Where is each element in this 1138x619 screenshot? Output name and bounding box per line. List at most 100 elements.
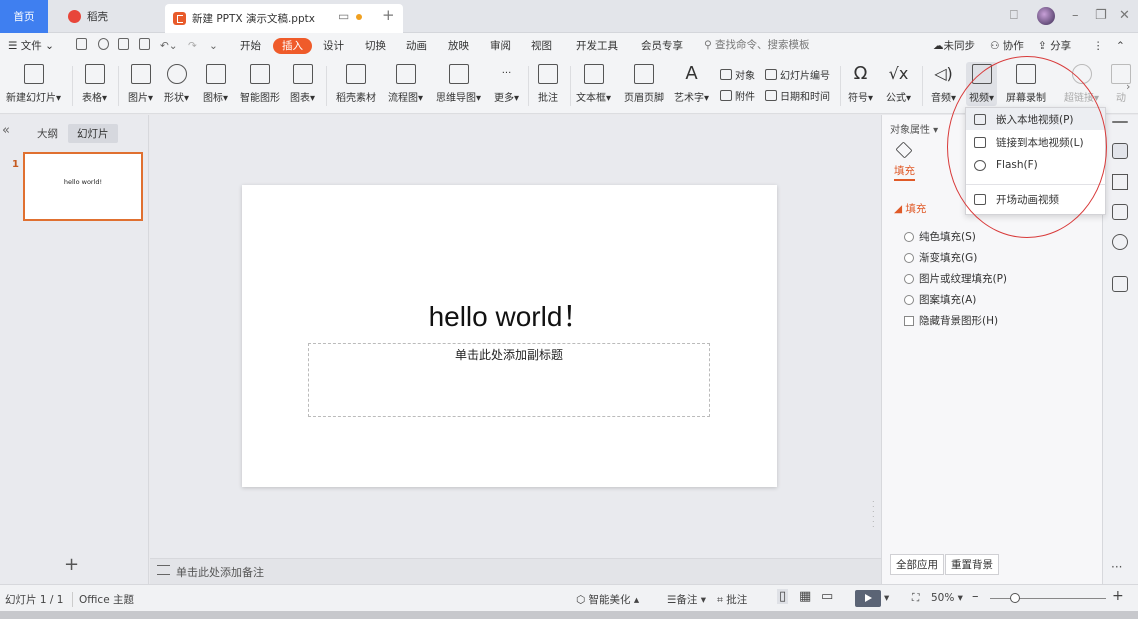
- apply-all-button[interactable]: 全部应用: [890, 554, 944, 575]
- hide-background-checkbox[interactable]: 隐藏背景图形(H): [904, 313, 998, 328]
- fit-window-icon[interactable]: ⛶: [912, 592, 919, 605]
- gradient-fill-option[interactable]: 渐变填充(G): [904, 250, 977, 265]
- theme-name[interactable]: Office 主题: [72, 592, 134, 607]
- canvas-scroll-handle[interactable]: ⁚ ⁚ ⁚: [872, 500, 875, 530]
- slide-number-button[interactable]: 幻灯片编号: [765, 67, 830, 82]
- menu-transition[interactable]: 切换: [365, 38, 386, 54]
- fill-bucket-icon[interactable]: [895, 141, 913, 159]
- menu-start[interactable]: 开始: [240, 38, 261, 54]
- zoom-in-icon[interactable]: +: [1112, 588, 1124, 604]
- menu-insert[interactable]: 插入: [273, 38, 312, 54]
- attachment-button[interactable]: 附件: [720, 88, 755, 103]
- menu-review[interactable]: 审阅: [490, 38, 511, 54]
- formula-button[interactable]: √x 公式▾: [886, 64, 911, 104]
- close-icon[interactable]: ✕: [1119, 8, 1130, 23]
- object-button[interactable]: 对象: [720, 67, 755, 82]
- subtitle-placeholder[interactable]: 单击此处添加副标题: [308, 343, 710, 417]
- pattern-fill-option[interactable]: 图案填充(A): [904, 292, 976, 307]
- minimize-icon[interactable]: –: [1072, 8, 1079, 23]
- menu-view[interactable]: 视图: [531, 38, 552, 54]
- notes-toggle-button[interactable]: ☰备注 ▾: [667, 592, 706, 607]
- reset-background-button[interactable]: 重置背景: [945, 554, 999, 575]
- menu-slideshow[interactable]: 放映: [448, 38, 469, 54]
- slide-sorter-icon[interactable]: ▦: [799, 589, 811, 604]
- help-icon[interactable]: [1112, 234, 1128, 250]
- tab-document[interactable]: 新建 PPTX 演示文稿.pptx: [165, 4, 403, 33]
- audio-button[interactable]: ◁) 音频▾: [931, 64, 956, 104]
- menu-design[interactable]: 设计: [323, 38, 344, 54]
- menu-animation[interactable]: 动画: [406, 38, 427, 54]
- picture-button[interactable]: 图片▾: [128, 64, 153, 104]
- menu-developer[interactable]: 开发工具: [576, 38, 618, 54]
- customize-toolbar-icon[interactable]: ⌄: [209, 38, 218, 54]
- star-animation-icon[interactable]: [1112, 174, 1128, 190]
- symbol-button[interactable]: Ω 符号▾: [848, 64, 873, 105]
- command-search[interactable]: ⚲ 查找命令、搜索模板: [704, 37, 810, 52]
- slideshow-options-icon[interactable]: ▾: [884, 592, 889, 604]
- flash-item[interactable]: Flash(F): [966, 154, 1105, 176]
- slide-transition-icon[interactable]: [1112, 204, 1128, 220]
- shape-button[interactable]: 形状▾: [164, 64, 189, 104]
- tab-docer[interactable]: 稻壳: [58, 5, 162, 28]
- zoom-slider-track[interactable]: [990, 598, 1106, 599]
- picture-fill-option[interactable]: 图片或纹理填充(P): [904, 271, 1007, 286]
- print-preview-icon[interactable]: [139, 38, 150, 50]
- docer-material-button[interactable]: 稻壳素材: [336, 64, 376, 104]
- smart-graphic-button[interactable]: 智能图形: [240, 64, 280, 104]
- more-button[interactable]: ··· 更多▾: [494, 64, 519, 104]
- comment-toggle-button[interactable]: ⌗ 批注: [717, 592, 747, 607]
- properties-sliders-icon[interactable]: [1112, 143, 1128, 159]
- tab-home[interactable]: 首页: [0, 0, 48, 33]
- tab-outline[interactable]: 大纲: [37, 126, 58, 141]
- tab-slides[interactable]: 幻灯片: [68, 124, 118, 143]
- add-slide-plus-icon[interactable]: +: [64, 554, 79, 575]
- mindmap-button[interactable]: 思维导图▾: [436, 64, 481, 104]
- notes-bar[interactable]: 单击此处添加备注: [150, 558, 881, 584]
- new-slide-button[interactable]: 新建幻灯片▾: [6, 64, 61, 104]
- solid-fill-option[interactable]: 纯色填充(S): [904, 229, 976, 244]
- undo-icon[interactable]: ↶⌄: [160, 38, 178, 54]
- slide[interactable]: hello world！ 单击此处添加副标题: [242, 185, 777, 487]
- save-icon[interactable]: [76, 38, 87, 50]
- tab-fill[interactable]: 填充: [894, 163, 915, 181]
- header-footer-button[interactable]: 页眉页脚: [624, 64, 664, 104]
- tab-monitor-icon[interactable]: ▭: [338, 9, 349, 23]
- zoom-level[interactable]: 50% ▾: [931, 592, 963, 604]
- collapse-ribbon-icon[interactable]: ⌃: [1116, 38, 1125, 54]
- file-menu[interactable]: ☰ 文件 ⌄: [8, 38, 54, 54]
- menu-member[interactable]: 会员专享: [641, 38, 683, 54]
- flowchart-button[interactable]: 流程图▾: [388, 64, 423, 104]
- avatar[interactable]: [1037, 7, 1055, 25]
- print-icon[interactable]: [118, 38, 129, 50]
- properties-title[interactable]: 对象属性 ▾: [890, 121, 938, 136]
- icon-button[interactable]: 图标▾: [203, 64, 228, 104]
- share-button[interactable]: ⇪ 分享: [1038, 38, 1071, 54]
- slide-thumbnail[interactable]: hello world!: [23, 152, 143, 221]
- autosave-icon[interactable]: [98, 38, 109, 50]
- fill-section-header[interactable]: ◢ 填充: [894, 201, 926, 216]
- opening-animation-video-item[interactable]: 开场动画视频: [966, 188, 1105, 210]
- more-tools-icon[interactable]: ···: [1111, 560, 1122, 574]
- link-local-video-item[interactable]: 链接到本地视频(L): [966, 131, 1105, 153]
- table-button[interactable]: 表格▾: [82, 64, 107, 104]
- video-button[interactable]: 视频▾: [966, 62, 998, 106]
- zoom-out-icon[interactable]: –: [972, 589, 979, 604]
- wordart-button[interactable]: A 艺术字▾: [674, 64, 709, 105]
- play-slideshow-button[interactable]: [855, 590, 881, 607]
- collab-button[interactable]: ⚇ 协作: [990, 38, 1024, 54]
- new-tab-plus-icon[interactable]: +: [382, 6, 395, 24]
- textbox-button[interactable]: 文本框▾: [576, 64, 611, 104]
- zoom-slider-handle[interactable]: [1010, 593, 1020, 603]
- restore-icon[interactable]: ❐: [1095, 8, 1107, 23]
- chart-button[interactable]: 图表▾: [290, 64, 315, 104]
- cube-icon[interactable]: [1112, 276, 1128, 292]
- comment-button[interactable]: 批注: [538, 64, 558, 104]
- reading-view-icon[interactable]: ▭: [821, 589, 833, 604]
- slide-title[interactable]: hello world！: [242, 295, 777, 335]
- datetime-button[interactable]: 日期和时间: [765, 88, 830, 103]
- more-options-icon[interactable]: ⋮: [1093, 38, 1104, 54]
- panel-layout-icon[interactable]: ⎕: [1010, 8, 1018, 23]
- embed-local-video-item[interactable]: 嵌入本地视频(P): [966, 108, 1105, 130]
- hyperlink-button[interactable]: 超链接▾: [1064, 64, 1099, 104]
- ribbon-scroll-right-icon[interactable]: ›: [1126, 80, 1130, 93]
